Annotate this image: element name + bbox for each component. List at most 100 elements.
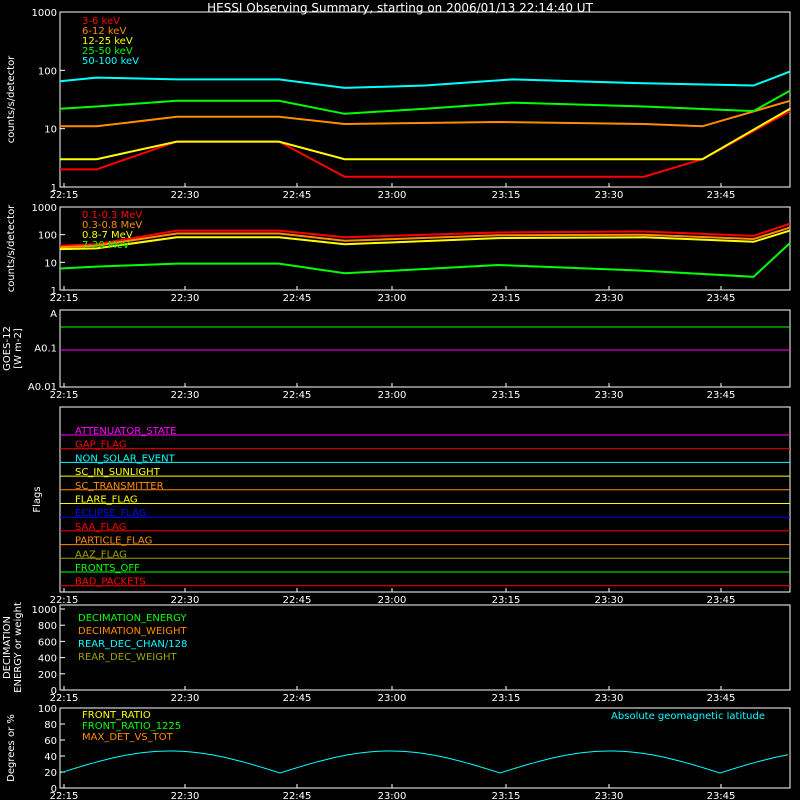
legend-entry: 7-20 MeV [82, 240, 130, 251]
legend-entry: DECIMATION_WEIGHT [78, 626, 187, 637]
y-tick-label: 60 [44, 736, 57, 747]
series-line-612keV [60, 99, 791, 128]
x-tick-label: 23:00 [378, 190, 407, 201]
series-line-1225keV [60, 107, 791, 161]
x-tick-label: 23:00 [378, 791, 407, 800]
x-tick-label: 23:45 [707, 693, 736, 704]
x-tick-label: 22:30 [171, 390, 200, 401]
x-tick-label: 22:45 [283, 190, 312, 201]
x-tick-label: 23:30 [595, 791, 624, 800]
high-energy-count-rates-frame [59, 206, 791, 291]
y-tick-label: 1 [51, 183, 57, 194]
flag-label: SC_IN_SUNLIGHT [75, 467, 161, 478]
y-tick-label: 200 [38, 670, 57, 681]
y-tick-label: 1 [51, 286, 57, 297]
y-tick-label: A0.1 [34, 344, 57, 355]
x-tick-label: 22:45 [283, 693, 312, 704]
legend-entry: FRONT_RATIO_1225 [82, 721, 181, 732]
y-tick-label: A [50, 309, 57, 320]
series-line-50100keV [59, 70, 791, 89]
x-tick-label: 23:45 [707, 390, 736, 401]
y-tick-label: 1000 [32, 605, 57, 616]
y-tick-label: 100 [38, 704, 57, 715]
y-tick-label: 600 [38, 637, 57, 648]
x-tick-label: 23:15 [492, 190, 521, 201]
y-axis-label: DECIMATION [2, 616, 13, 679]
y-tick-label: 20 [44, 768, 57, 779]
x-tick-label: 23:00 [378, 595, 407, 606]
x-tick-label: 23:00 [378, 390, 407, 401]
flag-label: SAA_FLAG [75, 522, 126, 533]
y-tick-label: 10 [44, 125, 57, 136]
series-line-2550keV [59, 89, 791, 115]
legend-entry: FRONT_RATIO [82, 710, 151, 721]
y-tick-label: A0.01 [28, 382, 57, 393]
x-tick-label: 22:30 [171, 190, 200, 201]
latitude-curve [59, 750, 789, 774]
y-tick-label: 0 [51, 686, 57, 697]
y-tick-label: 1000 [32, 8, 57, 19]
x-tick-label: 23:15 [492, 693, 521, 704]
x-tick-label: 23:00 [378, 693, 407, 704]
goes-frame [59, 309, 791, 388]
y-axis-label: ENERGY or weight [13, 602, 24, 693]
y-tick-label: 10 [44, 258, 57, 269]
y-tick-label: 1000 [32, 203, 57, 214]
x-tick-label: 23:45 [707, 791, 736, 800]
y-tick-label: 400 [38, 654, 57, 665]
legend-entry: MAX_DET_VS_TOT [82, 732, 174, 743]
x-tick-label: 23:30 [595, 595, 624, 606]
x-tick-label: 22:45 [283, 293, 312, 304]
x-tick-label: 22:30 [171, 293, 200, 304]
y-tick-label: 80 [44, 720, 57, 731]
y-tick-label: 0 [51, 784, 57, 795]
y-axis-label: GOES-12 [2, 326, 13, 371]
y-tick-label: 40 [44, 752, 57, 763]
y-tick-label: 800 [38, 621, 57, 632]
x-tick-label: 23:00 [378, 293, 407, 304]
x-tick-label: 23:30 [595, 190, 624, 201]
y-axis-label: [W m-2] [13, 328, 24, 369]
flag-label: AAZ_FLAG [75, 549, 127, 560]
flag-label: ECLIPSE_FLAG [75, 508, 146, 519]
x-tick-label: 23:45 [707, 595, 736, 606]
hessi-summary-plot: HESSI Observing Summary, starting on 200… [2, 1, 791, 800]
y-tick-label: 100 [38, 66, 57, 77]
x-tick-label: 23:30 [595, 390, 624, 401]
y-axis-label: counts/s/detector [6, 204, 17, 292]
legend-entry: REAR_DEC_WEIGHT [78, 652, 177, 663]
chart-title: HESSI Observing Summary, starting on 200… [207, 1, 593, 15]
x-tick-label: 22:45 [283, 791, 312, 800]
x-tick-label: 22:45 [283, 595, 312, 606]
x-tick-label: 22:30 [171, 791, 200, 800]
y-axis-label: Flags [32, 486, 43, 512]
legend-entry: REAR_DEC_CHAN/128 [78, 639, 187, 650]
flag-label: NON_SOLAR_EVENT [75, 453, 176, 464]
flag-label: FRONTS_OFF [75, 563, 140, 574]
y-tick-label: 100 [38, 231, 57, 242]
x-tick-label: 22:45 [283, 390, 312, 401]
y-axis-label: counts/s/detector [6, 55, 17, 143]
x-tick-label: 22:30 [171, 693, 200, 704]
x-tick-label: 22:30 [171, 595, 200, 606]
legend-entry: 50-100 keV [82, 56, 139, 67]
x-tick-label: 23:15 [492, 293, 521, 304]
flag-label: BAD_PACKETS [75, 577, 146, 588]
flag-label: GAP_FLAG [75, 440, 127, 451]
x-tick-label: 23:15 [492, 595, 521, 606]
flag-label: PARTICLE_FLAG [75, 536, 152, 547]
x-tick-label: 23:45 [707, 293, 736, 304]
y-axis-label: Degrees or % [6, 714, 17, 782]
flag-label: FLARE_FLAG [75, 495, 138, 506]
legend-entry: DECIMATION_ENERGY [78, 613, 187, 624]
x-tick-label: 23:15 [492, 390, 521, 401]
flag-label: SC_TRANSMITTER [75, 481, 164, 492]
x-tick-label: 23:30 [595, 293, 624, 304]
flag-label: ATTENUATOR_STATE [75, 426, 176, 437]
x-tick-label: 23:30 [595, 693, 624, 704]
annotation-label: Absolute geomagnetic latitude [611, 711, 765, 722]
x-tick-label: 23:15 [492, 791, 521, 800]
x-tick-label: 23:45 [707, 190, 736, 201]
low-energy-count-rates-frame [59, 11, 791, 188]
series-line-720MeV [59, 242, 791, 278]
